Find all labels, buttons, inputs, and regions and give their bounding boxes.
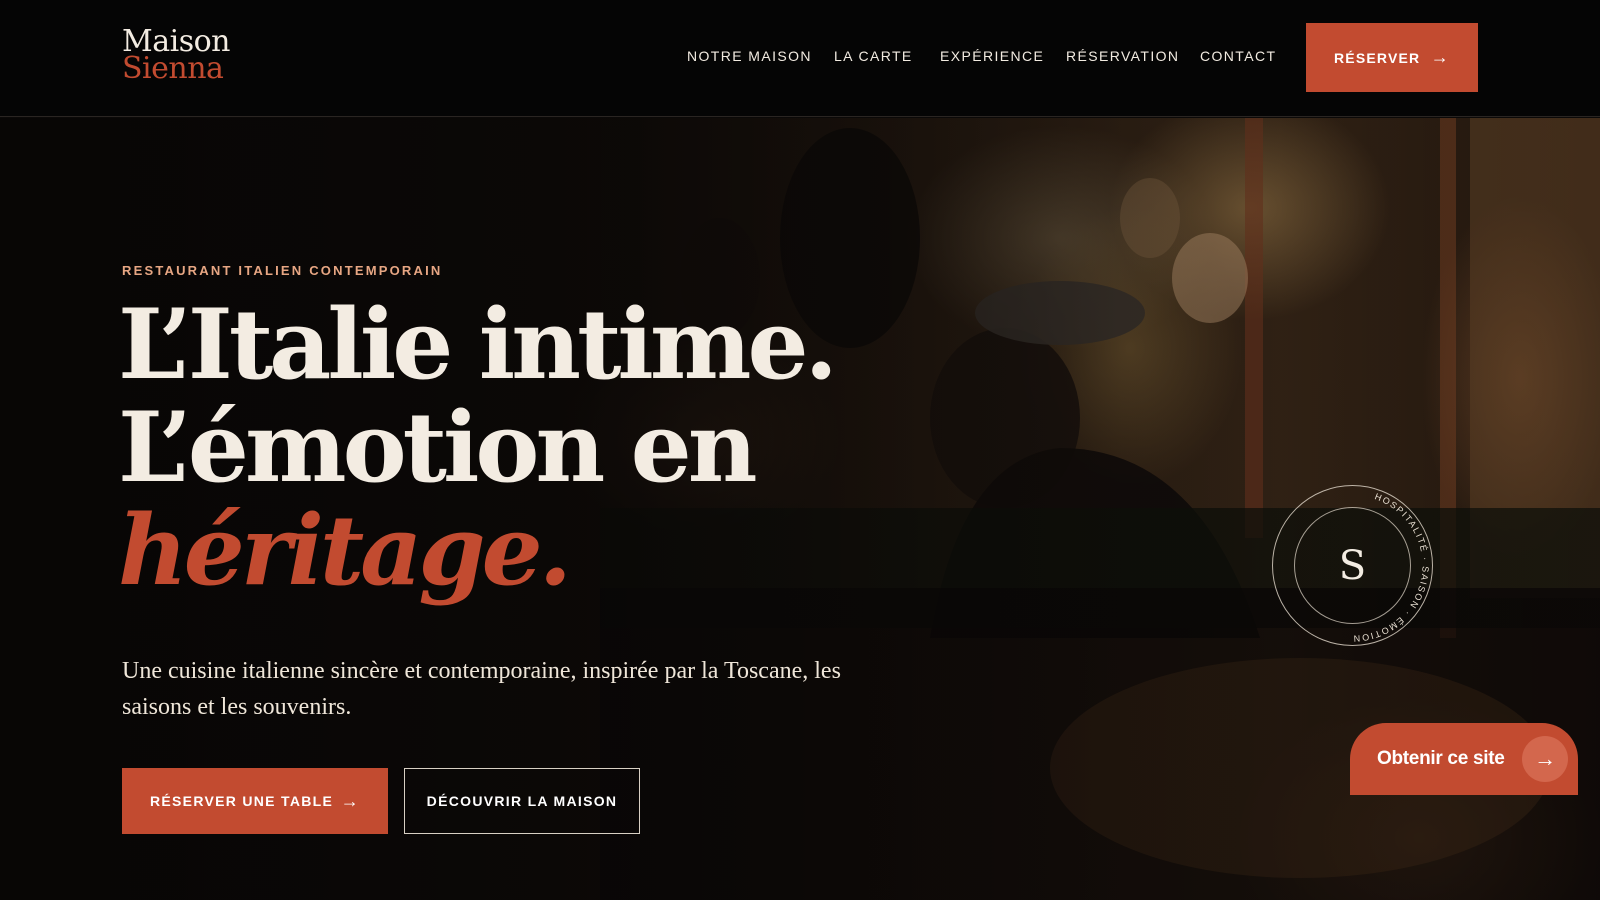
nav-item-notre-maison[interactable]: NOTRE MAISON xyxy=(687,48,812,64)
arrow-right-icon: → xyxy=(340,790,360,811)
headline-line-1: L’Italie intime. xyxy=(118,288,838,401)
brand-logo[interactable]: Maison Sienna xyxy=(122,27,230,86)
discover-house-label: DÉCOUVRIR LA MAISON xyxy=(426,793,618,809)
hero-eyebrow: RESTAURANT ITALIEN CONTEMPORAIN xyxy=(122,263,443,278)
arrow-right-icon: → xyxy=(1522,736,1568,782)
headline-accent: héritage. xyxy=(118,494,572,607)
nav-item-experience[interactable]: EXPÉRIENCE xyxy=(940,48,1044,64)
brand-name-line2: Sienna xyxy=(122,51,224,86)
hero-headline: L’Italie intime. L’émotion en héritage. xyxy=(118,293,1018,602)
nav-item-contact[interactable]: CONTACT xyxy=(1200,48,1276,64)
reserve-button[interactable]: RÉSERVER → xyxy=(1306,23,1478,92)
arrow-right-icon: → xyxy=(1430,47,1450,67)
reserve-table-label: RÉSERVER UNE TABLE xyxy=(150,793,334,809)
hero-description: Une cuisine italienne sincère et contemp… xyxy=(122,658,841,720)
seal-letter: S xyxy=(1339,543,1366,589)
get-this-site-badge[interactable]: Obtenir ce site → xyxy=(1350,723,1578,795)
badge-label: Obtenir ce site xyxy=(1377,748,1505,769)
seal-emblem: HOSPITALITÉ · SAISON · ÉMOTION S xyxy=(1272,485,1433,646)
site-header: Maison Sienna NOTRE MAISON LA CARTE EXPÉ… xyxy=(0,0,1600,117)
reserve-table-button[interactable]: RÉSERVER UNE TABLE → xyxy=(122,768,388,834)
discover-house-button[interactable]: DÉCOUVRIR LA MAISON xyxy=(404,768,640,834)
headline-line-2: L’émotion en xyxy=(118,391,758,504)
nav-item-reservation[interactable]: RÉSERVATION xyxy=(1066,48,1179,64)
reserve-button-label: RÉSERVER xyxy=(1334,49,1421,66)
nav-item-la-carte[interactable]: LA CARTE xyxy=(834,48,913,64)
